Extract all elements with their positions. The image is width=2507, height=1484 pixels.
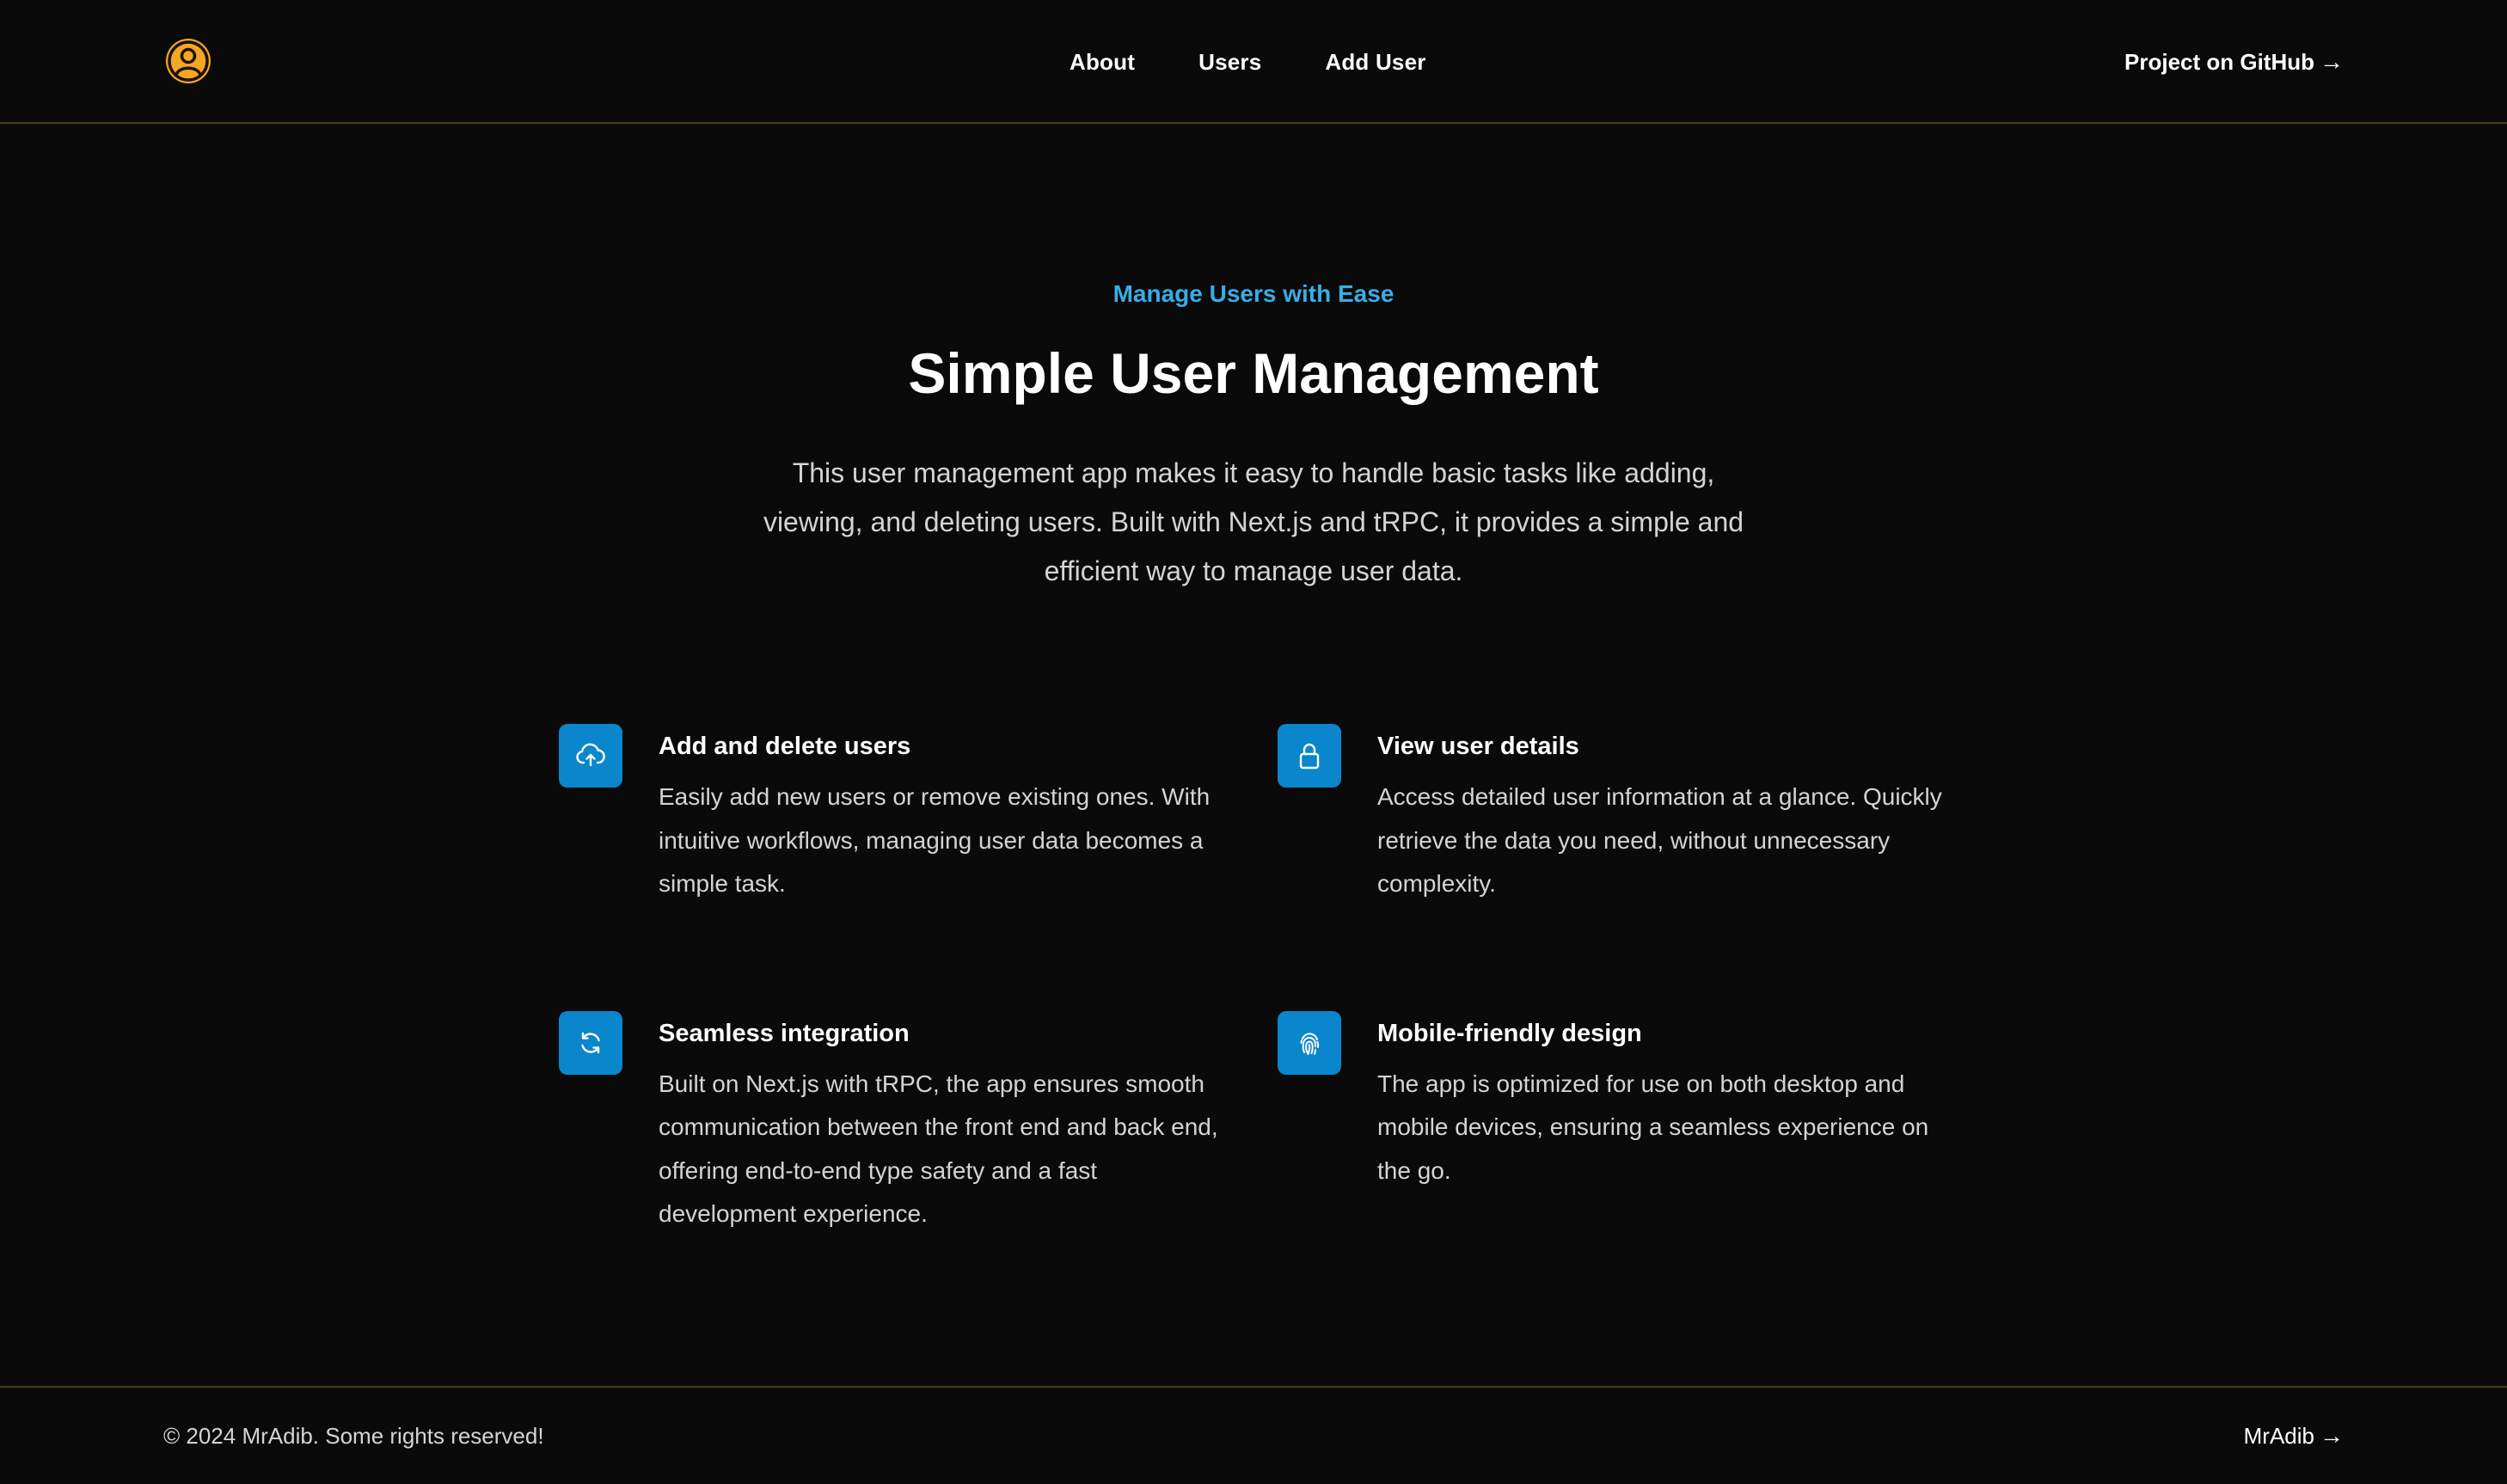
page-title: Simple User Management: [908, 341, 1599, 405]
cloud-upload-icon: [559, 724, 622, 788]
fingerprint-icon: [1278, 1010, 1341, 1075]
arrow-right-icon: →: [2320, 1422, 2344, 1449]
feature-title: View user details: [1377, 733, 1579, 760]
arrow-right-icon: →: [2320, 48, 2344, 75]
hero-section: Manage Users with Ease Simple User Manag…: [0, 275, 2507, 596]
lock-icon: [1278, 724, 1341, 788]
site-header: About Users Add User Project on GitHub →: [0, 0, 2507, 124]
nav-add-user-link[interactable]: Add User: [1325, 49, 1425, 76]
feature-mobile-friendly-design: Mobile-friendly design The app is optimi…: [1278, 1010, 1952, 1236]
github-project-link[interactable]: Project on GitHub →: [2124, 0, 2344, 124]
refresh-icon: [559, 1010, 622, 1075]
feature-title: Add and delete users: [659, 733, 911, 760]
author-link[interactable]: MrAdib →: [2244, 1388, 2344, 1484]
feature-view-user-details: View user details Access detailed user i…: [1278, 724, 1952, 906]
hero-description: This user management app makes it easy t…: [763, 457, 1744, 586]
features-grid: Add and delete users Easily add new user…: [559, 724, 1952, 1236]
feature-seamless-integration: Seamless integration Built on Next.js wi…: [559, 1010, 1278, 1236]
nav-about-link[interactable]: About: [1070, 49, 1135, 76]
author-link-label: MrAdib: [2243, 1422, 2314, 1449]
copyright-text: © 2024 MrAdib. Some rights reserved!: [163, 1422, 544, 1449]
feature-title: Seamless integration: [659, 1019, 910, 1047]
nav-users-link[interactable]: Users: [1198, 49, 1261, 76]
feature-description: Built on Next.js with tRPC, the app ensu…: [659, 1070, 1218, 1228]
feature-add-delete-users: Add and delete users Easily add new user…: [559, 724, 1278, 906]
site-footer: © 2024 MrAdib. Some rights reserved! MrA…: [0, 1386, 2507, 1484]
feature-description: Access detailed user information at a gl…: [1377, 783, 1942, 897]
feature-title: Mobile-friendly design: [1377, 1019, 1642, 1047]
hero-eyebrow: Manage Users with Ease: [1113, 280, 1394, 307]
github-link-label: Project on GitHub: [2124, 48, 2314, 75]
feature-description: The app is optimized for use on both des…: [1377, 1070, 1929, 1184]
feature-description: Easily add new users or remove existing …: [659, 783, 1211, 897]
main-nav: About Users Add User: [1070, 0, 1426, 124]
user-circle-icon[interactable]: [165, 38, 211, 84]
